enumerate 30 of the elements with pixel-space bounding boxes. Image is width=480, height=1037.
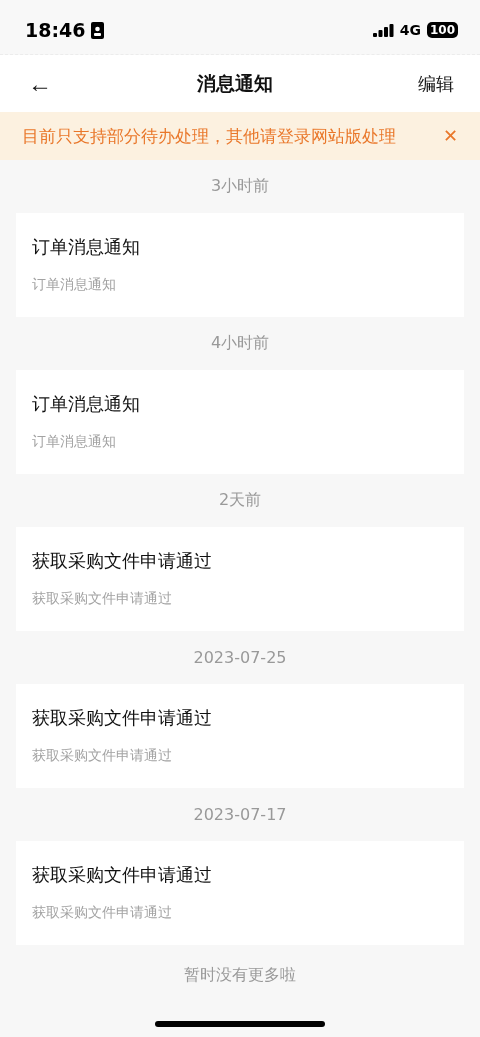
message-subtitle: 订单消息通知 bbox=[32, 276, 117, 294]
message-subtitle: 获取采购文件申请通过 bbox=[32, 747, 173, 765]
message-card[interactable]: 订单消息通知 订单消息通知 bbox=[16, 213, 464, 317]
message-title: 订单消息通知 bbox=[32, 392, 141, 416]
message-title: 获取采购文件申请通过 bbox=[32, 863, 213, 887]
contact-card-icon bbox=[91, 21, 105, 39]
signal-icon bbox=[372, 23, 394, 37]
network-label: 4G bbox=[399, 22, 421, 38]
page-title: 消息通知 bbox=[197, 70, 273, 96]
back-button[interactable]: ← bbox=[28, 69, 52, 98]
message-card[interactable]: 订单消息通知 订单消息通知 bbox=[16, 370, 464, 474]
message-subtitle: 获取采购文件申请通过 bbox=[32, 590, 173, 608]
notice-text: 目前只支持部分待办处理，其他请登录网站版处理 bbox=[22, 124, 396, 148]
message-time: 2023-07-17 bbox=[192, 804, 288, 826]
message-time: 2023-07-25 bbox=[192, 647, 288, 669]
message-time: 2天前 bbox=[217, 489, 263, 511]
message-subtitle: 获取采购文件申请通过 bbox=[32, 904, 173, 922]
status-time: 18:46 bbox=[25, 19, 86, 41]
message-time: 4小时前 bbox=[209, 332, 271, 354]
message-card[interactable]: 获取采购文件申请通过 获取采购文件申请通过 bbox=[16, 684, 464, 788]
message-card[interactable]: 获取采购文件申请通过 获取采购文件申请通过 bbox=[16, 841, 464, 945]
edit-button[interactable]: 编辑 bbox=[418, 71, 454, 96]
message-time: 3小时前 bbox=[209, 175, 271, 197]
message-card[interactable]: 获取采购文件申请通过 获取采购文件申请通过 bbox=[16, 527, 464, 631]
message-title: 获取采购文件申请通过 bbox=[32, 706, 213, 730]
end-of-list-text: 暂时没有更多啦 bbox=[183, 963, 297, 986]
battery-level: 100 bbox=[426, 22, 458, 38]
message-title: 订单消息通知 bbox=[32, 235, 141, 259]
message-subtitle: 订单消息通知 bbox=[32, 433, 117, 451]
message-title: 获取采购文件申请通过 bbox=[32, 549, 213, 573]
